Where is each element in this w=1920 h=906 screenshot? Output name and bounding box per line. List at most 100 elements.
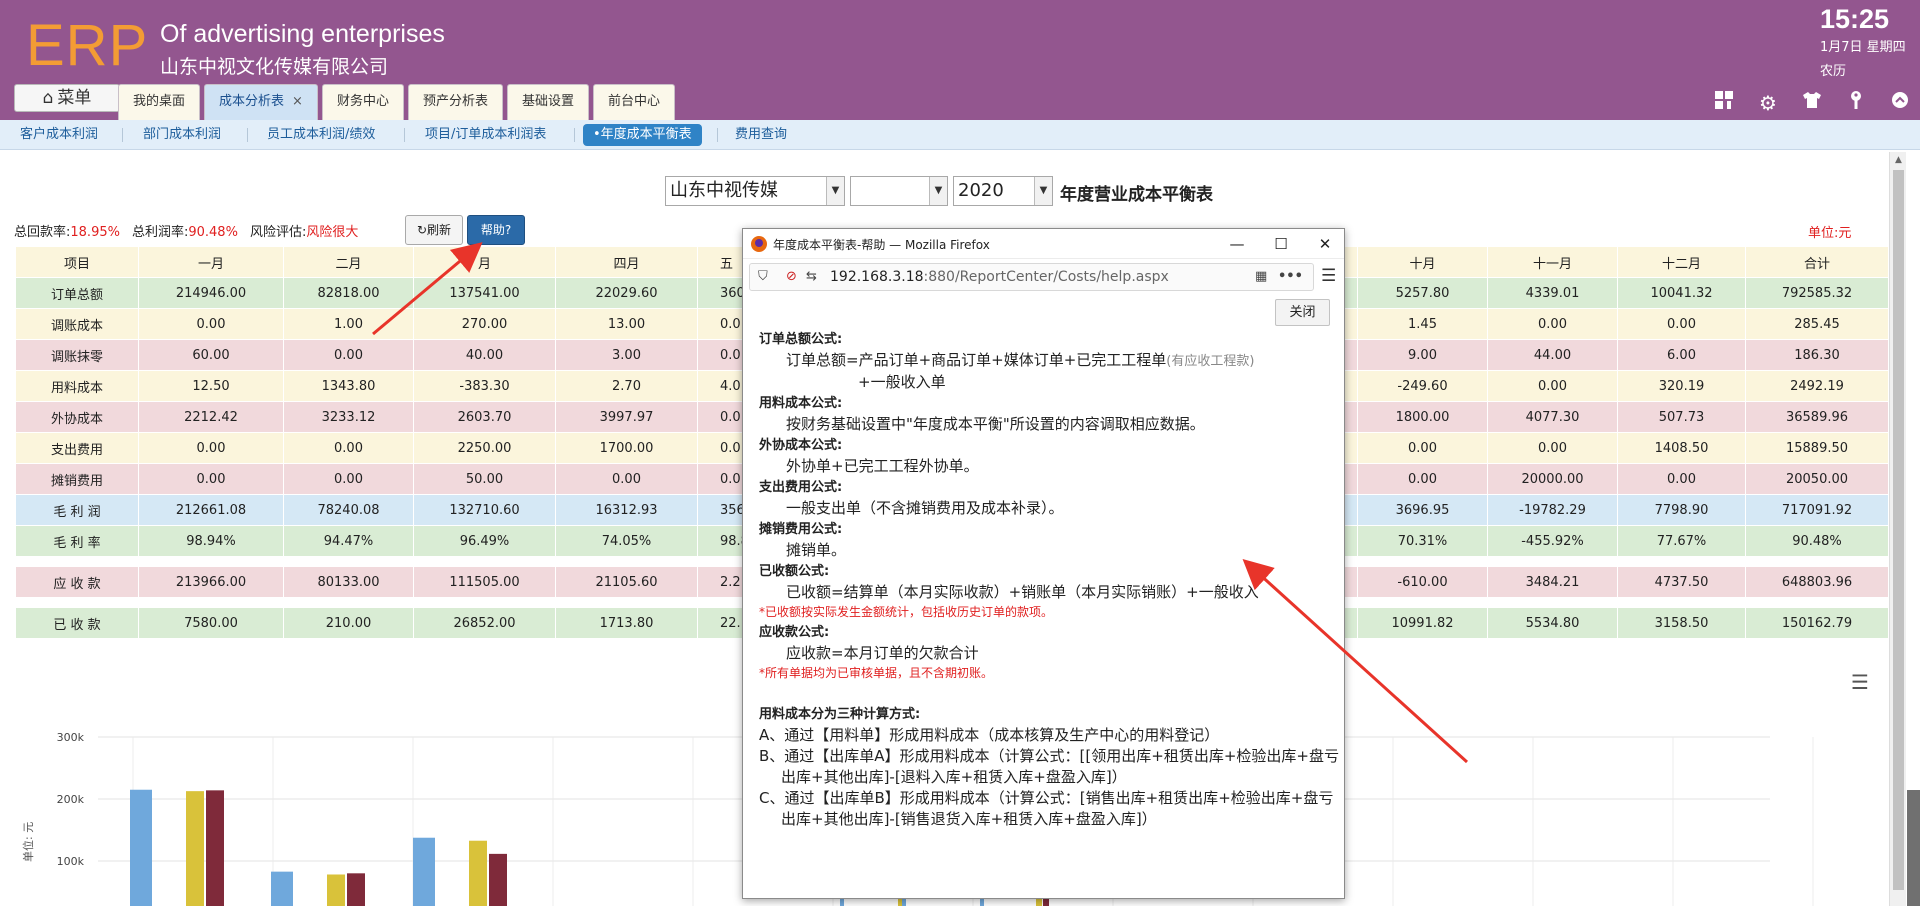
menu-button[interactable]: ⌂ 菜单 bbox=[14, 84, 120, 112]
company-select[interactable]: 山东中视传媒 ▼ bbox=[665, 176, 845, 206]
minimize-icon[interactable]: — bbox=[1223, 233, 1251, 255]
table-cell: 20050.00 bbox=[1745, 463, 1889, 495]
table-cell: 0.00 bbox=[283, 339, 414, 371]
table-cell: 3484.21 bbox=[1487, 566, 1618, 598]
table-cell: 40.00 bbox=[413, 339, 556, 371]
row-label: 应 收 款 bbox=[15, 566, 139, 598]
more-icon[interactable]: ••• bbox=[1278, 269, 1303, 284]
table-cell: 36589.96 bbox=[1745, 401, 1889, 433]
table-cell: 82818.00 bbox=[283, 277, 414, 309]
table-cell: 13.00 bbox=[555, 308, 698, 340]
table-cell: 77.67% bbox=[1617, 525, 1746, 557]
refresh-icon: ↻ bbox=[416, 223, 428, 237]
month-select[interactable]: ▼ bbox=[850, 176, 948, 206]
methods-heading: 用料成本分为三种计算方式: bbox=[759, 707, 921, 722]
page-scrollbar[interactable]: ▲ bbox=[1889, 152, 1906, 906]
scroll-thumb[interactable] bbox=[1893, 170, 1904, 890]
row-label: 外协成本 bbox=[15, 401, 139, 433]
subnav-annual-balance[interactable]: •年度成本平衡表 bbox=[583, 124, 702, 146]
table-cell: 94.47% bbox=[283, 525, 414, 557]
table-cell: 0.00 bbox=[1617, 463, 1746, 495]
refresh-button[interactable]: ↻刷新 bbox=[405, 215, 463, 245]
popup-close-button[interactable]: 关闭 bbox=[1275, 299, 1330, 326]
help-button[interactable]: 帮助? bbox=[467, 215, 525, 245]
subnav-separator bbox=[122, 128, 123, 142]
tab-cost-analysis[interactable]: 成本分析表 × bbox=[204, 84, 318, 120]
table-cell: 月 bbox=[413, 246, 556, 278]
scroll-up-icon[interactable]: ▲ bbox=[1890, 152, 1907, 168]
table-cell: 78240.08 bbox=[283, 494, 414, 526]
subnav-dept-profit[interactable]: 部门成本利润 bbox=[143, 124, 221, 146]
page-title: 年度营业成本平衡表 bbox=[1060, 185, 1213, 205]
clock-time: 15:25 bbox=[1820, 4, 1890, 34]
method-line: A、通过【用料单】形成用料成本（成本核算及生产中心的用料登记） bbox=[759, 726, 1220, 744]
tab-finance[interactable]: 财务中心 bbox=[321, 84, 404, 120]
formula-line: 订单总额=产品订单+商品订单+媒体订单+已完工工程单(有应收工程款) bbox=[786, 351, 1255, 369]
chevron-down-icon: ▼ bbox=[929, 177, 947, 205]
url-bar[interactable]: ⛉ ⊘ ⇆ 192.168.3.18:880/ReportCenter/Cost… bbox=[749, 263, 1314, 291]
company-name: 山东中视文化传媒有限公司 bbox=[160, 56, 389, 78]
table-cell: 0.00 bbox=[1357, 463, 1488, 495]
subnav-separator bbox=[247, 128, 248, 142]
tab-settings[interactable]: 基础设置 bbox=[506, 84, 589, 120]
section-heading: 订单总额公式: bbox=[759, 332, 843, 347]
year-select[interactable]: 2020 ▼ bbox=[953, 176, 1053, 206]
chart-menu-icon[interactable]: ☰ bbox=[1851, 670, 1869, 694]
table-cell: 2212.42 bbox=[138, 401, 284, 433]
subnav-customer-profit[interactable]: 客户成本利润 bbox=[20, 124, 98, 146]
shirt-icon[interactable] bbox=[1798, 90, 1826, 116]
subnav-separator bbox=[717, 128, 718, 142]
firefox-icon bbox=[751, 236, 767, 252]
table-cell: 3233.12 bbox=[283, 401, 414, 433]
table-cell: 70.31% bbox=[1357, 525, 1488, 557]
bar bbox=[898, 899, 902, 906]
close-tab-icon[interactable]: × bbox=[292, 94, 303, 109]
popup-titlebar[interactable]: 年度成本平衡表-帮助 — Mozilla Firefox — ☐ ✕ bbox=[743, 229, 1344, 259]
close-icon[interactable]: ✕ bbox=[1311, 233, 1339, 255]
home-icon: ⌂ bbox=[42, 88, 54, 108]
table-cell: 132710.60 bbox=[413, 494, 556, 526]
permissions-icon: ⇆ bbox=[806, 269, 817, 284]
main-tabs: 我的桌面 成本分析表 × 财务中心 预产分析表 基础设置 前台中心 bbox=[118, 84, 679, 120]
gear-icon[interactable]: ⚙ bbox=[1754, 90, 1782, 116]
recovery-rate: 18.95% bbox=[70, 225, 120, 240]
subnav-separator bbox=[404, 128, 405, 142]
collapse-icon[interactable] bbox=[1886, 90, 1914, 116]
help-content: 订单总额公式: 订单总额=产品订单+商品订单+媒体订单+已完工工程单(有应收工程… bbox=[759, 329, 1339, 830]
subnav-employee-profit[interactable]: 员工成本利润/绩效 bbox=[267, 124, 375, 146]
table-cell: 二月 bbox=[283, 246, 414, 278]
key-icon[interactable] bbox=[1842, 90, 1870, 116]
table-cell: 74.05% bbox=[555, 525, 698, 557]
chart-y-label: 单位: 元 bbox=[22, 821, 35, 862]
maximize-icon[interactable]: ☐ bbox=[1267, 233, 1295, 255]
y-tick-label: 300k bbox=[57, 731, 85, 744]
qr-code-icon[interactable]: ▦ bbox=[1255, 269, 1267, 284]
table-cell: 四月 bbox=[555, 246, 698, 278]
table-cell: 792585.32 bbox=[1745, 277, 1889, 309]
table-cell: -249.60 bbox=[1357, 370, 1488, 402]
subnav-expense-query[interactable]: 费用查询 bbox=[735, 124, 787, 146]
table-cell: 4077.30 bbox=[1487, 401, 1618, 433]
tab-desktop[interactable]: 我的桌面 bbox=[118, 84, 201, 120]
method-line: C、通过【出库单B】形成用料成本（计算公式：[销售出库+租赁出库+检验出库+盘亏… bbox=[759, 789, 1334, 828]
subnav-project-profit[interactable]: 项目/订单成本利润表 bbox=[425, 124, 546, 146]
tab-preproduction[interactable]: 预产分析表 bbox=[407, 84, 503, 120]
table-cell: 4339.01 bbox=[1487, 277, 1618, 309]
y-tick-label: 100k bbox=[57, 855, 85, 868]
clock-date: 1月7日 星期四 bbox=[1820, 40, 1906, 55]
summary-stats: 总回款率:18.95% 总利润率:90.48% 风险评估:风险很大 bbox=[14, 225, 359, 240]
table-cell: 16312.93 bbox=[555, 494, 698, 526]
menu-label: 菜单 bbox=[57, 88, 92, 108]
table-cell: 0.00 bbox=[283, 432, 414, 464]
row-label: 摊销费用 bbox=[15, 463, 139, 495]
table-cell: -383.30 bbox=[413, 370, 556, 402]
table-cell: 507.73 bbox=[1617, 401, 1746, 433]
table-cell: 98.94% bbox=[138, 525, 284, 557]
side-strip bbox=[1907, 790, 1920, 906]
grid-icon[interactable] bbox=[1710, 90, 1738, 116]
tab-front-desk[interactable]: 前台中心 bbox=[592, 84, 675, 120]
hamburger-menu-icon[interactable]: ☰ bbox=[1321, 266, 1336, 286]
table-cell: 137541.00 bbox=[413, 277, 556, 309]
method-line: B、通过【出库单A】形成用料成本（计算公式：[[领用出库+租赁出库+检验出库+盘… bbox=[759, 747, 1339, 786]
table-cell: 十月 bbox=[1357, 246, 1488, 278]
